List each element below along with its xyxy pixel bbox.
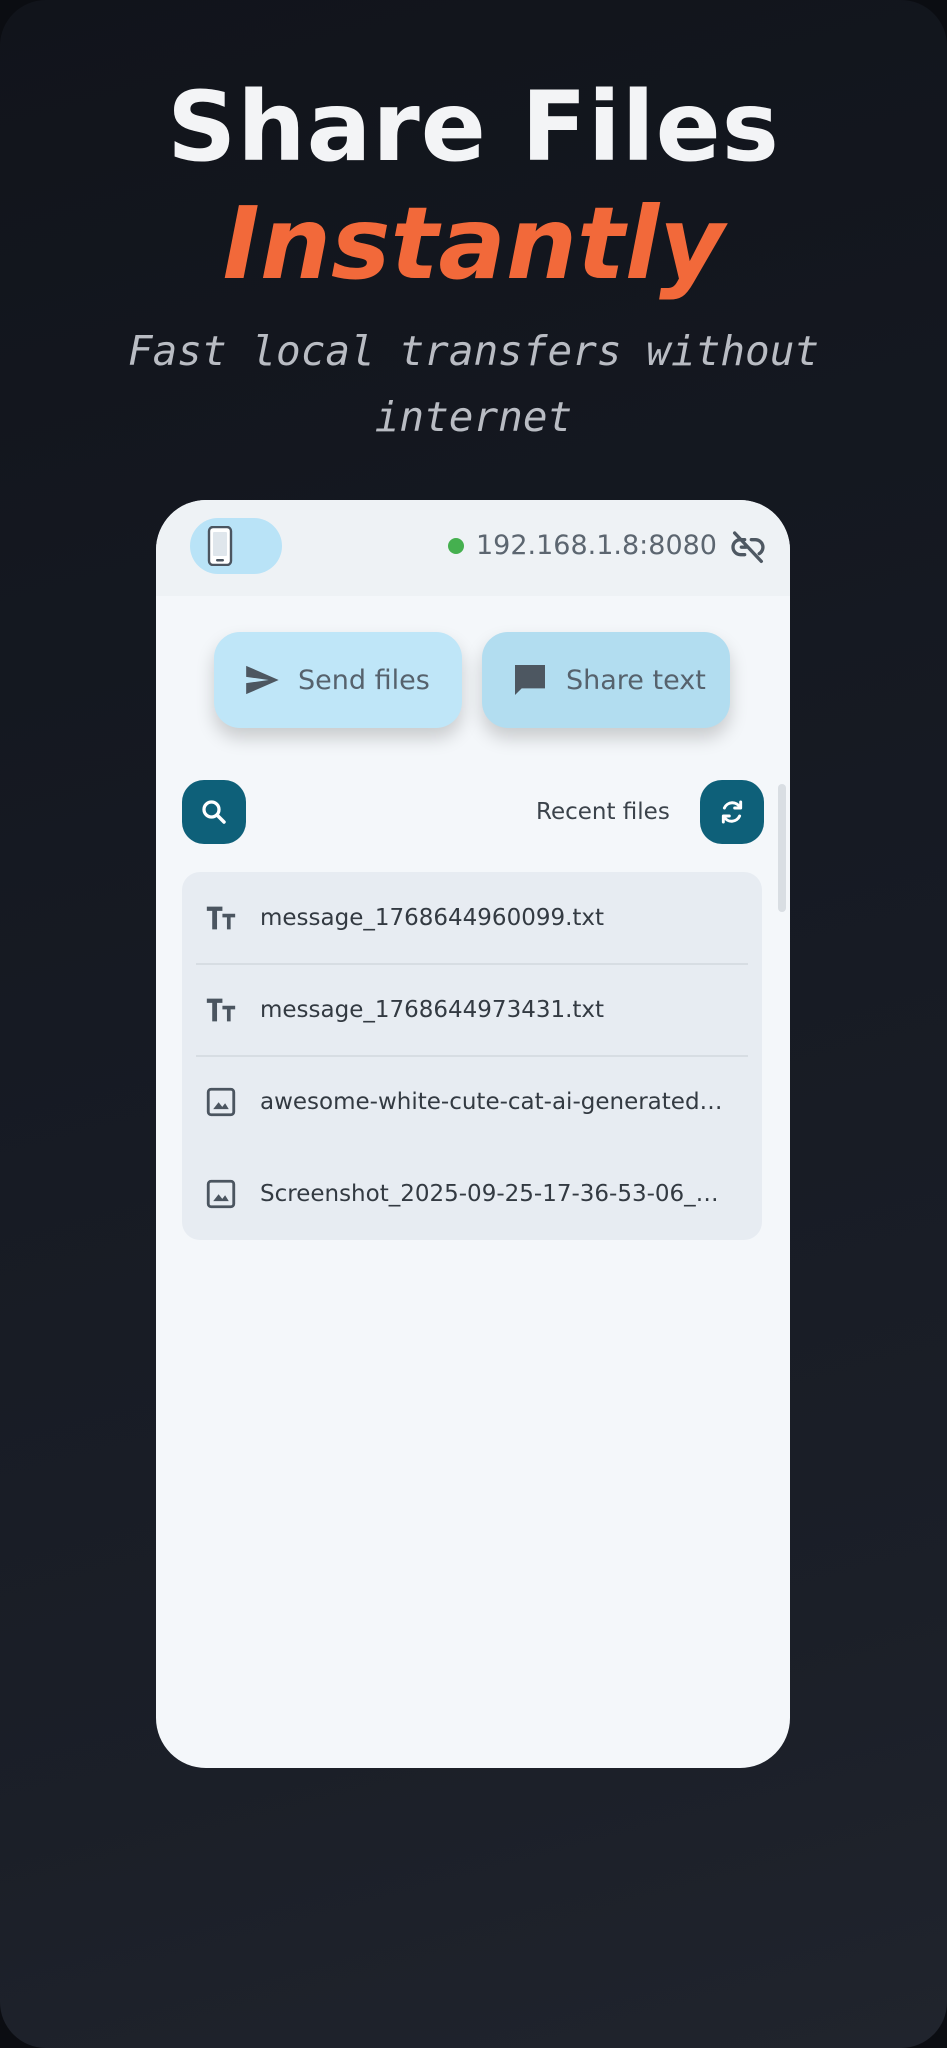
file-name: Screenshot_2025-09-25-17-36-53-06_2... — [260, 1181, 726, 1207]
recent-files-list: message_1768644960099.txt message_176864… — [182, 872, 762, 1240]
link-off-icon[interactable] — [728, 528, 768, 568]
search-button[interactable] — [182, 780, 246, 844]
promo-poster: Share Files Instantly Fast local transfe… — [0, 0, 947, 2048]
send-files-label: Send files — [298, 664, 430, 696]
headline-title: Share Files — [167, 71, 780, 183]
phone-icon — [207, 526, 233, 566]
share-text-button[interactable]: Share text — [482, 632, 730, 728]
image-icon — [206, 1087, 236, 1117]
connection-status-dot — [448, 538, 464, 554]
device-button[interactable] — [190, 518, 282, 574]
tagline: Fast local transfers without internet — [127, 327, 820, 441]
server-address: 192.168.1.8:8080 — [476, 530, 717, 561]
file-name: awesome-white-cute-cat-ai-generated_... — [260, 1089, 726, 1115]
headline-accent: Instantly — [222, 185, 725, 302]
connection-bar: 192.168.1.8:8080 — [156, 500, 790, 596]
refresh-icon — [721, 800, 743, 824]
chat-icon — [515, 665, 545, 695]
image-icon — [206, 1179, 236, 1209]
file-row[interactable]: Screenshot_2025-09-25-17-36-53-06_2... — [182, 1148, 762, 1240]
send-files-button[interactable]: Send files — [214, 632, 462, 728]
send-icon — [246, 665, 279, 695]
text-icon — [206, 906, 236, 930]
file-name: message_1768644960099.txt — [260, 905, 605, 931]
scrollbar[interactable] — [778, 784, 786, 912]
file-row[interactable]: awesome-white-cute-cat-ai-generated_... — [182, 1056, 762, 1148]
search-icon — [202, 800, 226, 824]
text-icon — [206, 998, 236, 1022]
recent-files-heading: Recent files — [536, 799, 670, 825]
app-screen: 192.168.1.8:8080 Send files Share text R… — [156, 500, 790, 1768]
share-text-label: Share text — [566, 664, 706, 696]
file-row[interactable]: message_1768644973431.txt — [182, 964, 762, 1056]
file-row[interactable]: message_1768644960099.txt — [182, 872, 762, 964]
refresh-button[interactable] — [700, 780, 764, 844]
file-name: message_1768644973431.txt — [260, 997, 605, 1023]
